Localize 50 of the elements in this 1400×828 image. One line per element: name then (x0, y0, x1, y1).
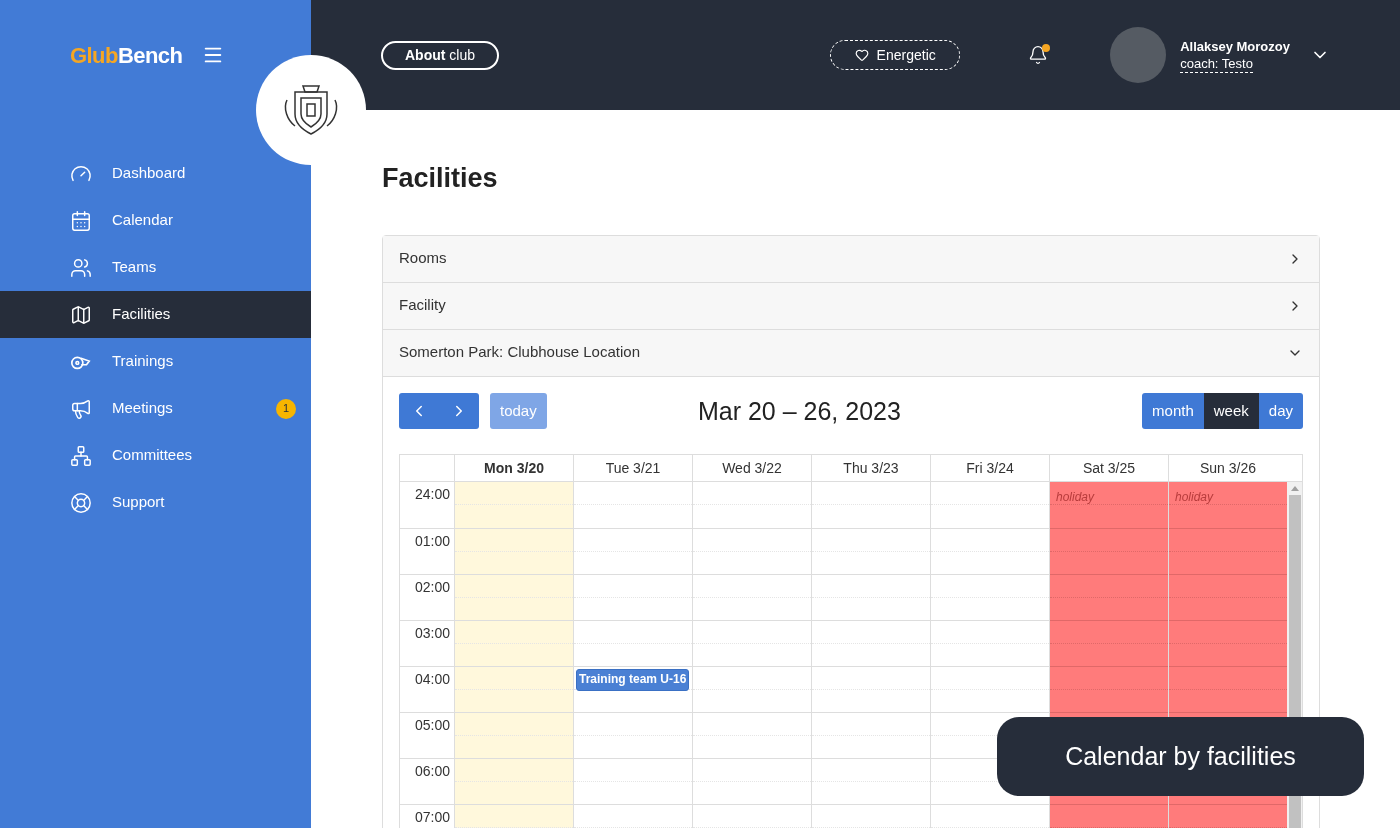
day-header: Sun 3/26 (1199, 458, 1257, 478)
day-header: Fri 3/24 (966, 458, 1014, 478)
heart-icon (854, 48, 869, 62)
time-label: 06:00 (414, 762, 450, 779)
accordion-header[interactable]: Rooms (383, 235, 1319, 282)
sidebar-item[interactable]: Committees (0, 432, 311, 479)
sidebar-item[interactable]: Facilities (0, 291, 311, 338)
day-header: Mon 3/20 (484, 458, 544, 478)
today-button[interactable]: today (490, 393, 547, 430)
sidebar-item[interactable]: Support (0, 479, 311, 526)
day-header: Tue 3/21 (605, 458, 661, 478)
brand-logo[interactable]: GlubBench (70, 38, 183, 72)
accordion-header[interactable]: Somerton Park: Clubhouse Location (383, 329, 1319, 376)
day-header: Wed 3/22 (722, 458, 782, 478)
day-header: Thu 3/23 (843, 458, 899, 478)
count-badge: 1 (276, 398, 296, 419)
holiday-note: holiday (1175, 489, 1214, 506)
time-label: 02:00 (414, 578, 450, 595)
view-tab[interactable]: day (1258, 393, 1303, 430)
time-slot[interactable]: Training team U-16 (574, 666, 692, 712)
calendar-event[interactable]: Training team U-16 (576, 669, 689, 691)
holiday-note: holiday (1056, 489, 1095, 506)
time-label: 24:00 (414, 485, 450, 502)
sidebar-item[interactable]: Teams (0, 244, 311, 291)
date-range-title: Mar 20 – 26, 2023 (697, 395, 902, 427)
time-label: 04:00 (414, 670, 450, 687)
people-icon (70, 256, 92, 279)
time-label: 01:00 (414, 532, 450, 549)
megaphone-icon (70, 397, 92, 420)
user-name: Allaksey Morozoy (1180, 37, 1290, 56)
sidebar-item[interactable]: Calendar (0, 197, 311, 244)
notification-bell-icon[interactable] (1028, 45, 1049, 65)
map-icon (70, 303, 92, 326)
caption-toast: Calendar by facilities (997, 717, 1364, 796)
hierarchy-icon (70, 444, 92, 467)
view-tab[interactable]: week (1203, 393, 1259, 430)
user-role[interactable]: coach: Testo (1180, 56, 1253, 74)
time-label: 05:00 (414, 716, 450, 733)
day-header: Sat 3/25 (1082, 458, 1136, 478)
sidebar-item[interactable]: Trainings (0, 338, 311, 385)
page-title: Facilities (382, 162, 499, 195)
view-tab[interactable]: month (1142, 393, 1204, 430)
lifebuoy-icon (70, 491, 92, 514)
accordion-header[interactable]: Facility (383, 282, 1319, 329)
sidebar-item[interactable]: Meetings 1 (0, 385, 311, 432)
time-label: 03:00 (414, 624, 450, 641)
about-club-button[interactable]: About club (381, 40, 499, 70)
calendar-icon (70, 209, 92, 232)
time-label: 07:00 (414, 808, 450, 825)
sidebar-item[interactable]: Dashboard (0, 150, 311, 197)
